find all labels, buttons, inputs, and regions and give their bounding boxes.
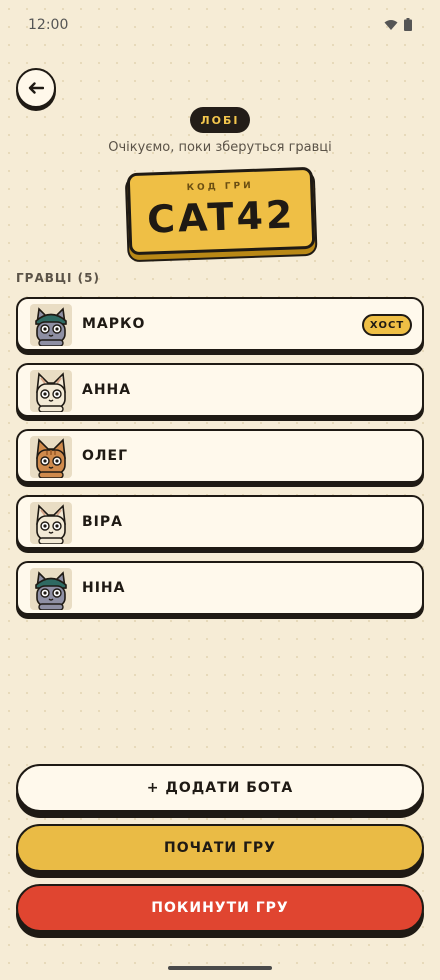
back-button[interactable]: [16, 68, 56, 108]
player-name: ВІРА: [82, 514, 123, 530]
battery-icon: [404, 18, 412, 31]
player-row: МАРКО ХОСТ: [16, 297, 424, 351]
lobby-badge: ЛОБІ: [190, 107, 250, 133]
status-time: 12:00: [28, 17, 69, 33]
cat-cream-avatar: [30, 370, 72, 412]
player-row: АННА: [16, 363, 424, 417]
game-code-value: CAT42: [146, 192, 297, 242]
cat-cream-avatar: [30, 502, 72, 544]
game-code-card: КОД ГРИ CAT42: [126, 166, 316, 256]
arrow-left-icon: [28, 82, 44, 94]
add-bot-button[interactable]: + ДОДАТИ БОТА: [16, 764, 424, 812]
leave-game-button[interactable]: ПОКИНУТИ ГРУ: [16, 884, 424, 932]
player-name: ОЛЕГ: [82, 448, 129, 464]
status-bar: 12:00: [0, 0, 440, 50]
lobby-subtitle: Очікуємо, поки зберуться гравці: [108, 140, 332, 155]
cat-orange-avatar: [30, 436, 72, 478]
status-icons: [384, 18, 412, 31]
cat-gray-beanie-avatar: [30, 568, 72, 610]
cat-gray-beanie-avatar: [30, 304, 72, 346]
player-name: МАРКО: [82, 316, 146, 332]
start-game-button[interactable]: ПОЧАТИ ГРУ: [16, 824, 424, 872]
player-name: НІНА: [82, 580, 126, 596]
player-row: ВІРА: [16, 495, 424, 549]
players-list: МАРКО ХОСТ АННА ОЛЕГ ВІРА НІНА: [16, 297, 424, 627]
host-badge: ХОСТ: [362, 314, 412, 336]
player-row: ОЛЕГ: [16, 429, 424, 483]
players-heading: ГРАВЦІ (5): [16, 271, 100, 285]
player-name: АННА: [82, 382, 132, 398]
home-indicator[interactable]: [168, 966, 272, 970]
player-row: НІНА: [16, 561, 424, 615]
wifi-icon: [384, 19, 398, 30]
